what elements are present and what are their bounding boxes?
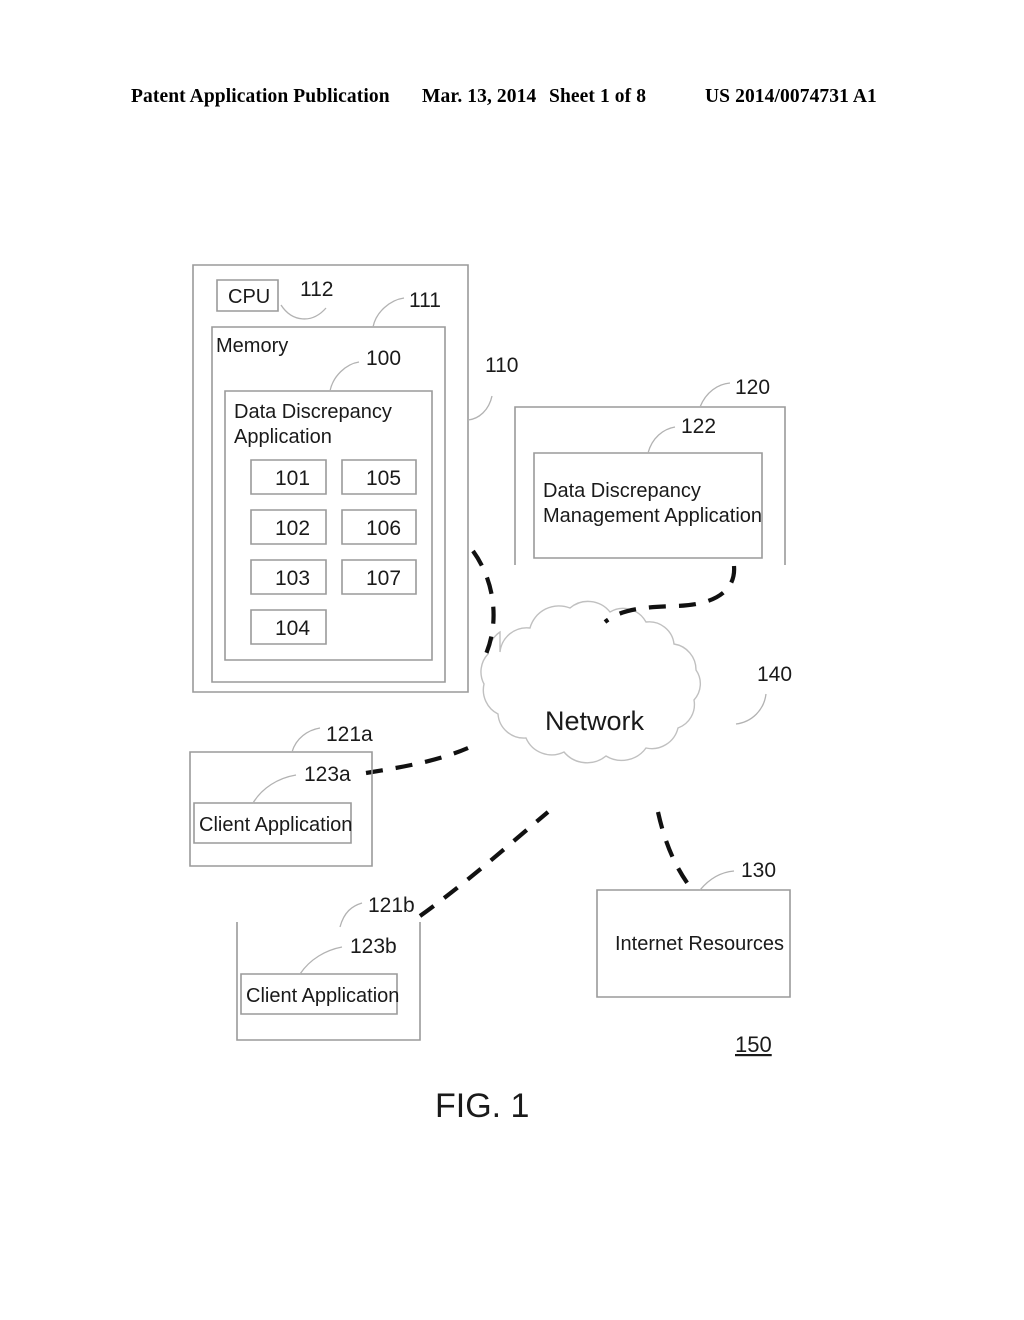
memory-ref-leader-line [372, 297, 405, 328]
memory-box: Memory [211, 326, 446, 683]
client-a-app-ref-leader-line [252, 774, 297, 804]
module-box-102: 102 [250, 509, 327, 545]
module-label-105: 105 [366, 467, 401, 490]
client-b-app-ref-label: 123b [350, 935, 397, 958]
module-label-103: 103 [275, 567, 310, 590]
client-a-ref-leader-line [291, 727, 321, 753]
client-a-app-ref-label: 123a [304, 763, 351, 786]
cpu-ref-label: 112 [300, 278, 333, 301]
client-a-application-box: Client Application [193, 802, 352, 844]
dma-ref-label: 122 [681, 415, 716, 438]
link-device-to-network [471, 549, 496, 655]
server-ref-label: 120 [735, 376, 770, 399]
client-a-application-label: Client Application [199, 814, 352, 836]
link-client-a-to-network [365, 746, 469, 776]
client-b-application-label: Client Application [246, 985, 399, 1007]
computing-device-ref-label: 110 [485, 354, 518, 377]
module-box-103: 103 [250, 559, 327, 595]
cpu-box: CPU [216, 279, 279, 312]
module-label-104: 104 [275, 617, 310, 640]
dda-label-line2: Application [234, 426, 332, 448]
system-ref-label: 150 [735, 1032, 772, 1057]
server-ref-leader-line [699, 382, 731, 408]
internet-resources-ref-leader-line [699, 870, 735, 891]
client-b-app-ref-leader-line [299, 946, 343, 975]
cpu-label: CPU [228, 286, 270, 308]
memory-label: Memory [216, 335, 288, 357]
memory-ref-label: 111 [409, 289, 441, 312]
dda-label-line1: Data Discrepancy [234, 401, 392, 423]
module-box-104: 104 [250, 609, 327, 645]
dma-label-line1: Data Discrepancy [543, 480, 701, 502]
link-server-to-network [603, 565, 737, 624]
dma-ref-leader-line [647, 426, 676, 454]
module-label-106: 106 [366, 517, 401, 540]
module-label-102: 102 [275, 517, 310, 540]
link-internet-resources-to-network [655, 811, 696, 894]
network-ref-leader-line [735, 693, 767, 725]
patent-figure-page: Patent Application Publication Mar. 13, … [0, 0, 1024, 1320]
dma-label-line2: Management Application [543, 505, 762, 527]
client-b-ref-leader-line [339, 902, 363, 928]
computing-device-ref-leader-line [467, 395, 493, 421]
module-box-107: 107 [341, 559, 417, 595]
dda-ref-label: 100 [366, 347, 401, 370]
network-cloud: Network [480, 600, 701, 764]
network-label: Network [545, 706, 645, 736]
link-client-b-to-network [418, 810, 550, 918]
module-box-101: 101 [250, 459, 327, 495]
internet-resources-label: Internet Resources [615, 933, 784, 955]
module-box-105: 105 [341, 459, 417, 495]
client-b-application-box: Client Application [240, 973, 399, 1015]
figure-1-drawing: CPU 112 Memory 111 Data Discrepancy Appl… [0, 0, 1024, 1320]
module-label-101: 101 [275, 467, 310, 490]
figure-caption: FIG. 1 [435, 1087, 529, 1125]
network-ref-label: 140 [757, 663, 792, 686]
cpu-ref-leader-line [280, 304, 327, 320]
client-b-ref-label: 121b [368, 894, 415, 917]
module-label-107: 107 [366, 567, 401, 590]
management-application-box: Data Discrepancy Management Application [533, 452, 763, 559]
computing-device-box [192, 264, 469, 693]
client-a-ref-label: 121a [326, 723, 373, 746]
internet-resources-box: Internet Resources [596, 889, 791, 998]
module-box-106: 106 [341, 509, 417, 545]
dda-ref-leader-line [329, 361, 360, 392]
internet-resources-ref-label: 130 [741, 859, 776, 882]
